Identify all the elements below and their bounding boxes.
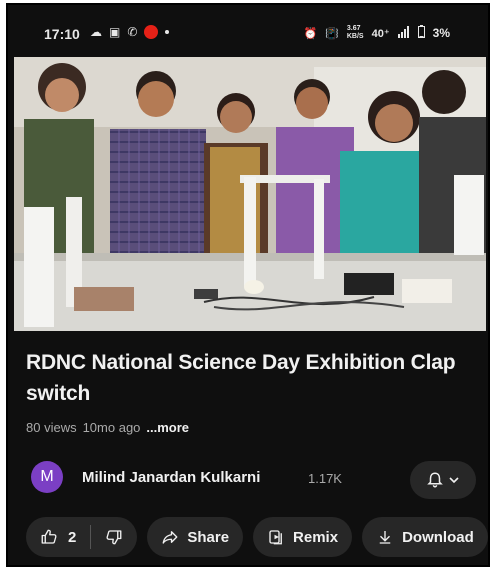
bell-icon [427, 472, 443, 488]
video-title[interactable]: RDNC National Science Day Exhibition Cla… [26, 347, 476, 409]
share-button[interactable]: Share [147, 517, 244, 557]
share-label: Share [187, 528, 230, 546]
network-type: 40⁺ [371, 27, 390, 40]
download-icon [379, 531, 391, 544]
channel-name[interactable]: Milind Janardan Kulkarni [82, 469, 260, 486]
video-player[interactable] [14, 57, 486, 331]
subscription-bell-button[interactable] [410, 461, 476, 499]
download-button[interactable]: Download [362, 517, 488, 557]
video-meta[interactable]: 80 views 10mo ago ...more [26, 420, 189, 435]
video-thumbnail [14, 57, 486, 331]
status-left-icons: ☁ ▣ ✆ [90, 24, 170, 40]
thumbs-up-icon [41, 529, 57, 544]
status-time: 17:10 [44, 26, 80, 42]
upload-age: 10mo ago [82, 420, 141, 435]
app-frame: 17:10 ☁ ▣ ✆ ⏰ 📳 3.67 KB/S 40⁺ 3% RDNC Na… [6, 3, 490, 567]
screen-icon: ▣ [109, 25, 121, 39]
battery-icon [417, 25, 425, 41]
more-link[interactable]: ...more [146, 420, 189, 435]
remix-label: Remix [293, 528, 339, 546]
whatsapp-icon: ✆ [127, 25, 138, 39]
like-dislike-group: 2 [26, 517, 138, 557]
remix-button[interactable]: Remix [253, 517, 353, 557]
cloud-icon: ☁ [90, 25, 102, 39]
youtube-icon [144, 25, 159, 39]
like-button[interactable]: 2 [26, 517, 90, 557]
battery-percent: 3% [432, 26, 450, 40]
signal-icon [397, 25, 410, 41]
view-count: 80 views [26, 420, 77, 435]
data-speed-icon: 3.67 KB/S [346, 25, 364, 40]
remix-icon [269, 530, 282, 545]
status-right-icons: ⏰ 📳 3.67 KB/S 40⁺ 3% [303, 25, 450, 41]
chevron-down-icon [449, 477, 459, 484]
action-bar: 2 Share Remix Download [26, 517, 488, 557]
like-count: 2 [68, 528, 77, 546]
dot-icon [165, 30, 170, 34]
share-icon [162, 531, 178, 544]
avatar[interactable]: M [31, 461, 63, 493]
subscriber-count: 1.17K [308, 471, 342, 486]
vibrate-icon: 📳 [325, 27, 339, 40]
channel-row: M Milind Janardan Kulkarni 1.17K [26, 461, 476, 501]
download-label: Download [402, 528, 474, 546]
thumbs-down-icon [106, 530, 122, 545]
status-bar: 17:10 ☁ ▣ ✆ ⏰ 📳 3.67 KB/S 40⁺ 3% [8, 5, 488, 61]
alarm-icon: ⏰ [303, 27, 318, 40]
dislike-button[interactable] [91, 517, 137, 557]
